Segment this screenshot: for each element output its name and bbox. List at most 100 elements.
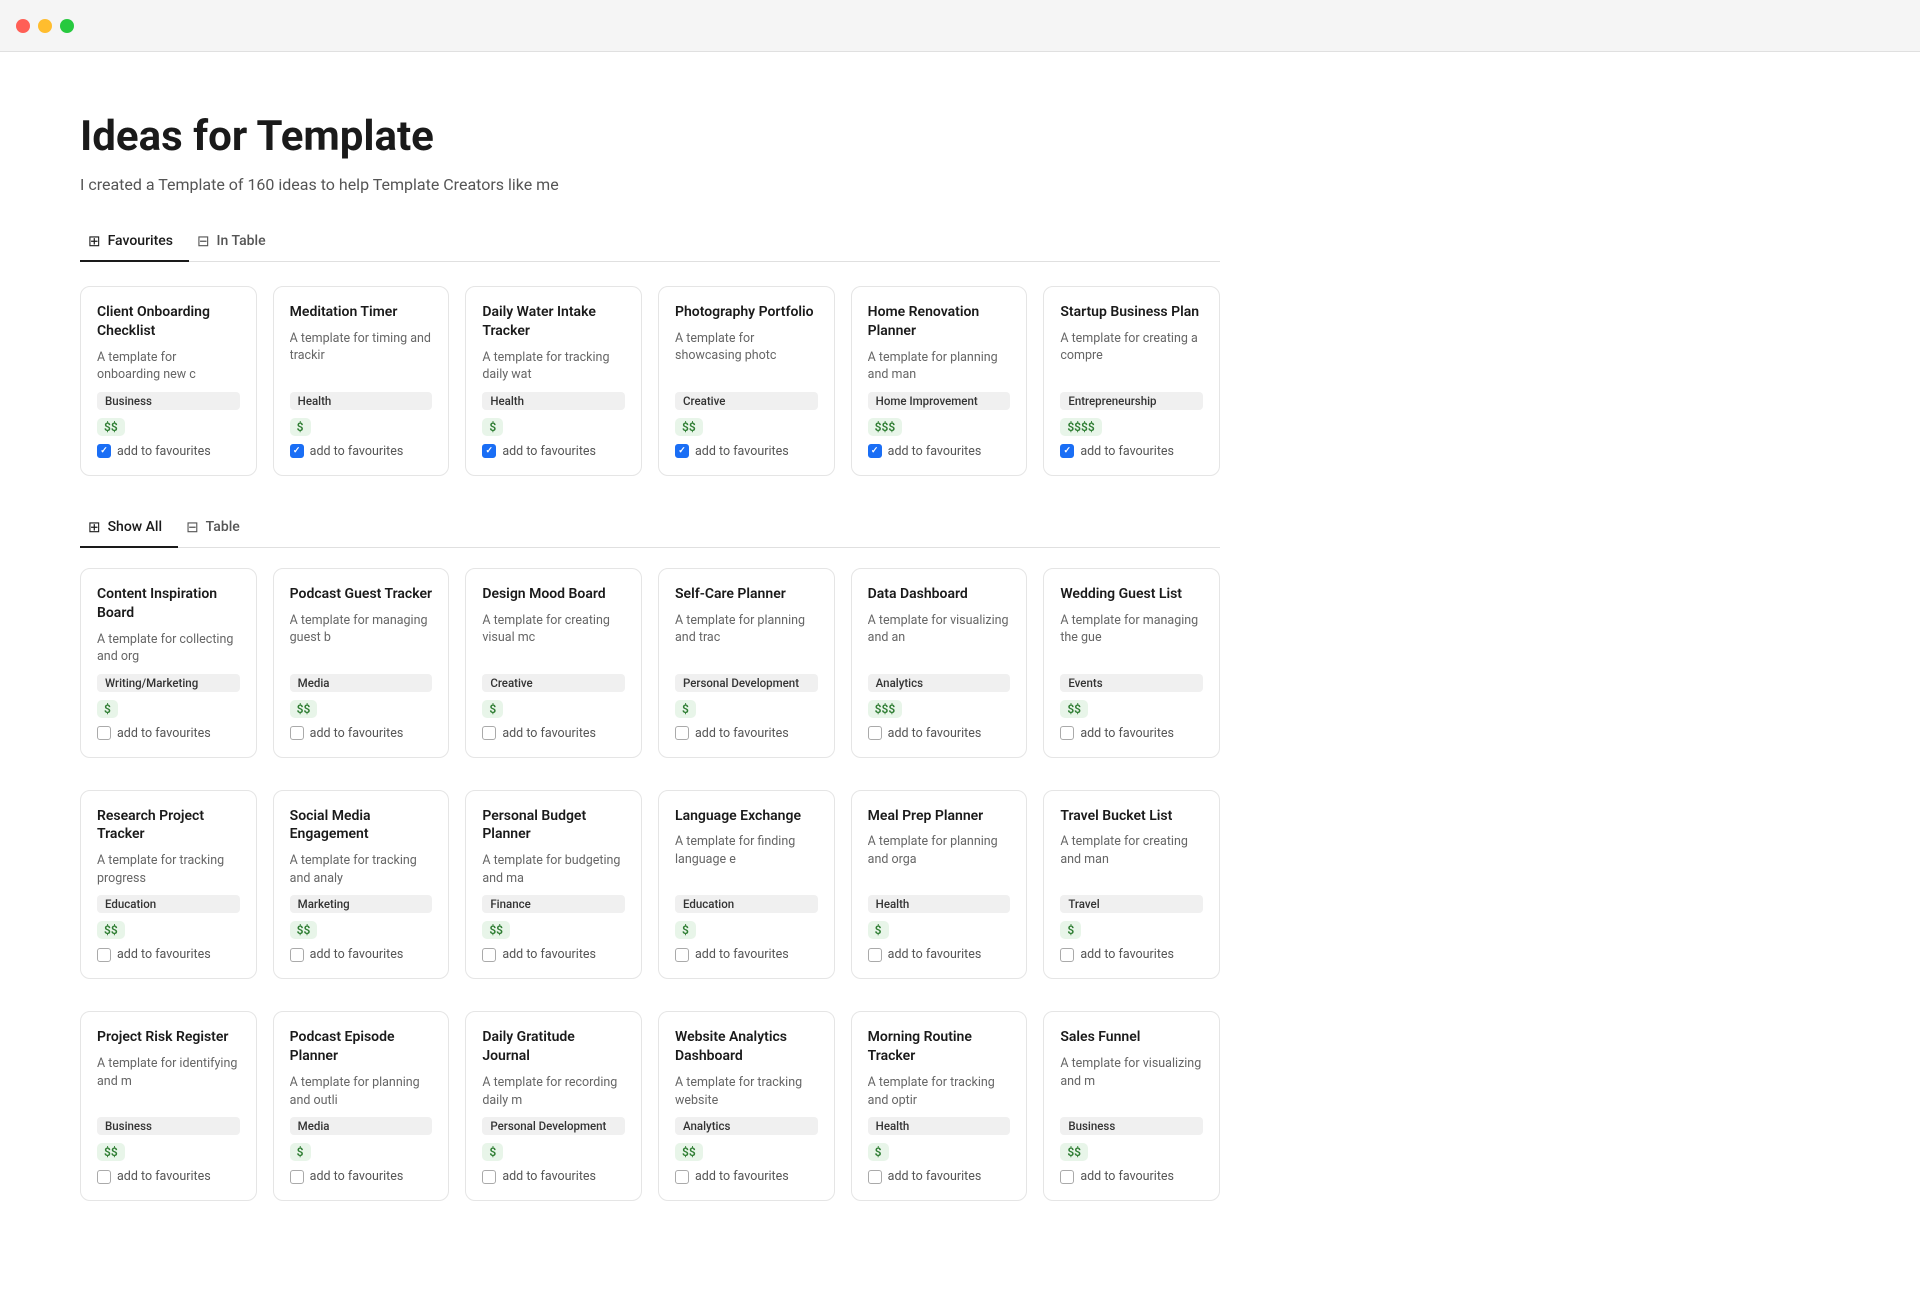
favourite-checkbox[interactable] (290, 444, 304, 458)
favourite-checkbox[interactable] (868, 948, 882, 962)
tab-table[interactable]: ⊟ Table (178, 508, 256, 548)
card-tag: Education (675, 895, 818, 913)
favourite-checkbox[interactable] (1060, 444, 1074, 458)
template-card: Daily Water Intake TrackerA template for… (465, 286, 642, 476)
card-title: Travel Bucket List (1060, 807, 1203, 826)
template-card: Language ExchangeA template for finding … (658, 790, 835, 980)
add-to-favourites-button[interactable]: add to favourites (1060, 947, 1203, 962)
favourite-checkbox[interactable] (675, 444, 689, 458)
template-card: Data DashboardA template for visualizing… (851, 568, 1028, 758)
favourite-checkbox[interactable] (482, 726, 496, 740)
add-to-favourites-button[interactable]: add to favourites (1060, 1169, 1203, 1184)
card-price: $ (868, 1143, 889, 1161)
template-card: Self-Care PlannerA template for planning… (658, 568, 835, 758)
minimize-button[interactable] (38, 19, 52, 33)
card-description: A template for planning and man (868, 349, 1011, 384)
favourite-checkbox[interactable] (868, 1170, 882, 1184)
favourite-checkbox[interactable] (675, 948, 689, 962)
add-to-favourites-button[interactable]: add to favourites (482, 1169, 625, 1184)
add-to-favourites-button[interactable]: add to favourites (868, 444, 1011, 459)
card-description: A template for recording daily m (482, 1074, 625, 1109)
add-to-favourites-button[interactable]: add to favourites (97, 947, 240, 962)
add-to-favourites-button[interactable]: add to favourites (97, 1169, 240, 1184)
card-title: Language Exchange (675, 807, 818, 826)
card-description: A template for planning and orga (868, 833, 1011, 887)
card-price: $$ (675, 1143, 703, 1161)
favourite-checkbox[interactable] (97, 948, 111, 962)
tab-favourites[interactable]: ⊞ Favourites (80, 222, 189, 262)
favourite-checkbox[interactable] (482, 444, 496, 458)
favourite-checkbox[interactable] (97, 726, 111, 740)
add-to-favourites-button[interactable]: add to favourites (482, 444, 625, 459)
favourite-label: add to favourites (1080, 947, 1174, 962)
add-to-favourites-button[interactable]: add to favourites (675, 726, 818, 741)
favourites-cards-grid: Client Onboarding ChecklistA template fo… (80, 286, 1220, 476)
card-price: $$ (290, 700, 318, 718)
add-to-favourites-button[interactable]: add to favourites (482, 947, 625, 962)
main-content: Ideas for Template I created a Template … (0, 52, 1300, 1293)
template-card: Podcast Episode PlannerA template for pl… (273, 1011, 450, 1201)
card-title: Self-Care Planner (675, 585, 818, 604)
card-price: $$$ (868, 418, 903, 436)
card-title: Data Dashboard (868, 585, 1011, 604)
showall-row2-grid: Research Project TrackerA template for t… (80, 790, 1220, 980)
favourite-label: add to favourites (117, 1169, 211, 1184)
favourite-checkbox[interactable] (97, 1170, 111, 1184)
add-to-favourites-button[interactable]: add to favourites (290, 726, 433, 741)
card-price: $ (290, 1143, 311, 1161)
favourite-label: add to favourites (310, 1169, 404, 1184)
add-to-favourites-button[interactable]: add to favourites (868, 726, 1011, 741)
template-card: Client Onboarding ChecklistA template fo… (80, 286, 257, 476)
add-to-favourites-button[interactable]: add to favourites (97, 726, 240, 741)
favourite-checkbox[interactable] (290, 726, 304, 740)
add-to-favourites-button[interactable]: add to favourites (290, 1169, 433, 1184)
card-tag: Events (1060, 674, 1203, 692)
favourite-checkbox[interactable] (1060, 1170, 1074, 1184)
add-to-favourites-button[interactable]: add to favourites (482, 726, 625, 741)
add-to-favourites-button[interactable]: add to favourites (675, 947, 818, 962)
add-to-favourites-button[interactable]: add to favourites (290, 947, 433, 962)
favourite-checkbox[interactable] (290, 1170, 304, 1184)
card-title: Daily Gratitude Journal (482, 1028, 625, 1066)
card-title: Startup Business Plan (1060, 303, 1203, 322)
add-to-favourites-button[interactable]: add to favourites (868, 947, 1011, 962)
favourite-label: add to favourites (502, 1169, 596, 1184)
template-card: Home Renovation PlannerA template for pl… (851, 286, 1028, 476)
card-description: A template for tracking progress (97, 852, 240, 887)
favourite-checkbox[interactable] (482, 1170, 496, 1184)
add-to-favourites-button[interactable]: add to favourites (675, 1169, 818, 1184)
favourite-checkbox[interactable] (97, 444, 111, 458)
tab-in-table[interactable]: ⊟ In Table (189, 222, 282, 262)
card-title: Website Analytics Dashboard (675, 1028, 818, 1066)
tab-show-all[interactable]: ⊞ Show All (80, 508, 178, 548)
template-card: Project Risk RegisterA template for iden… (80, 1011, 257, 1201)
favourite-checkbox[interactable] (290, 948, 304, 962)
card-description: A template for creating visual mc (482, 612, 625, 666)
grid-icon: ⊞ (88, 232, 101, 250)
favourite-checkbox[interactable] (868, 444, 882, 458)
add-to-favourites-button[interactable]: add to favourites (290, 444, 433, 459)
favourite-checkbox[interactable] (868, 726, 882, 740)
add-to-favourites-button[interactable]: add to favourites (1060, 726, 1203, 741)
favourite-label: add to favourites (1080, 1169, 1174, 1184)
page-title: Ideas for Template (80, 112, 1220, 161)
card-tag: Health (482, 392, 625, 410)
favourite-checkbox[interactable] (1060, 726, 1074, 740)
card-title: Social Media Engagement (290, 807, 433, 845)
favourite-checkbox[interactable] (1060, 948, 1074, 962)
favourite-checkbox[interactable] (675, 726, 689, 740)
favourite-checkbox[interactable] (675, 1170, 689, 1184)
add-to-favourites-button[interactable]: add to favourites (1060, 444, 1203, 459)
favourite-label: add to favourites (695, 1169, 789, 1184)
add-to-favourites-button[interactable]: add to favourites (97, 444, 240, 459)
card-price: $$ (1060, 700, 1088, 718)
add-to-favourites-button[interactable]: add to favourites (675, 444, 818, 459)
table-icon: ⊟ (197, 232, 210, 250)
favourite-checkbox[interactable] (482, 948, 496, 962)
card-description: A template for budgeting and ma (482, 852, 625, 887)
maximize-button[interactable] (60, 19, 74, 33)
close-button[interactable] (16, 19, 30, 33)
card-title: Personal Budget Planner (482, 807, 625, 845)
add-to-favourites-button[interactable]: add to favourites (868, 1169, 1011, 1184)
card-tag: Business (1060, 1117, 1203, 1135)
